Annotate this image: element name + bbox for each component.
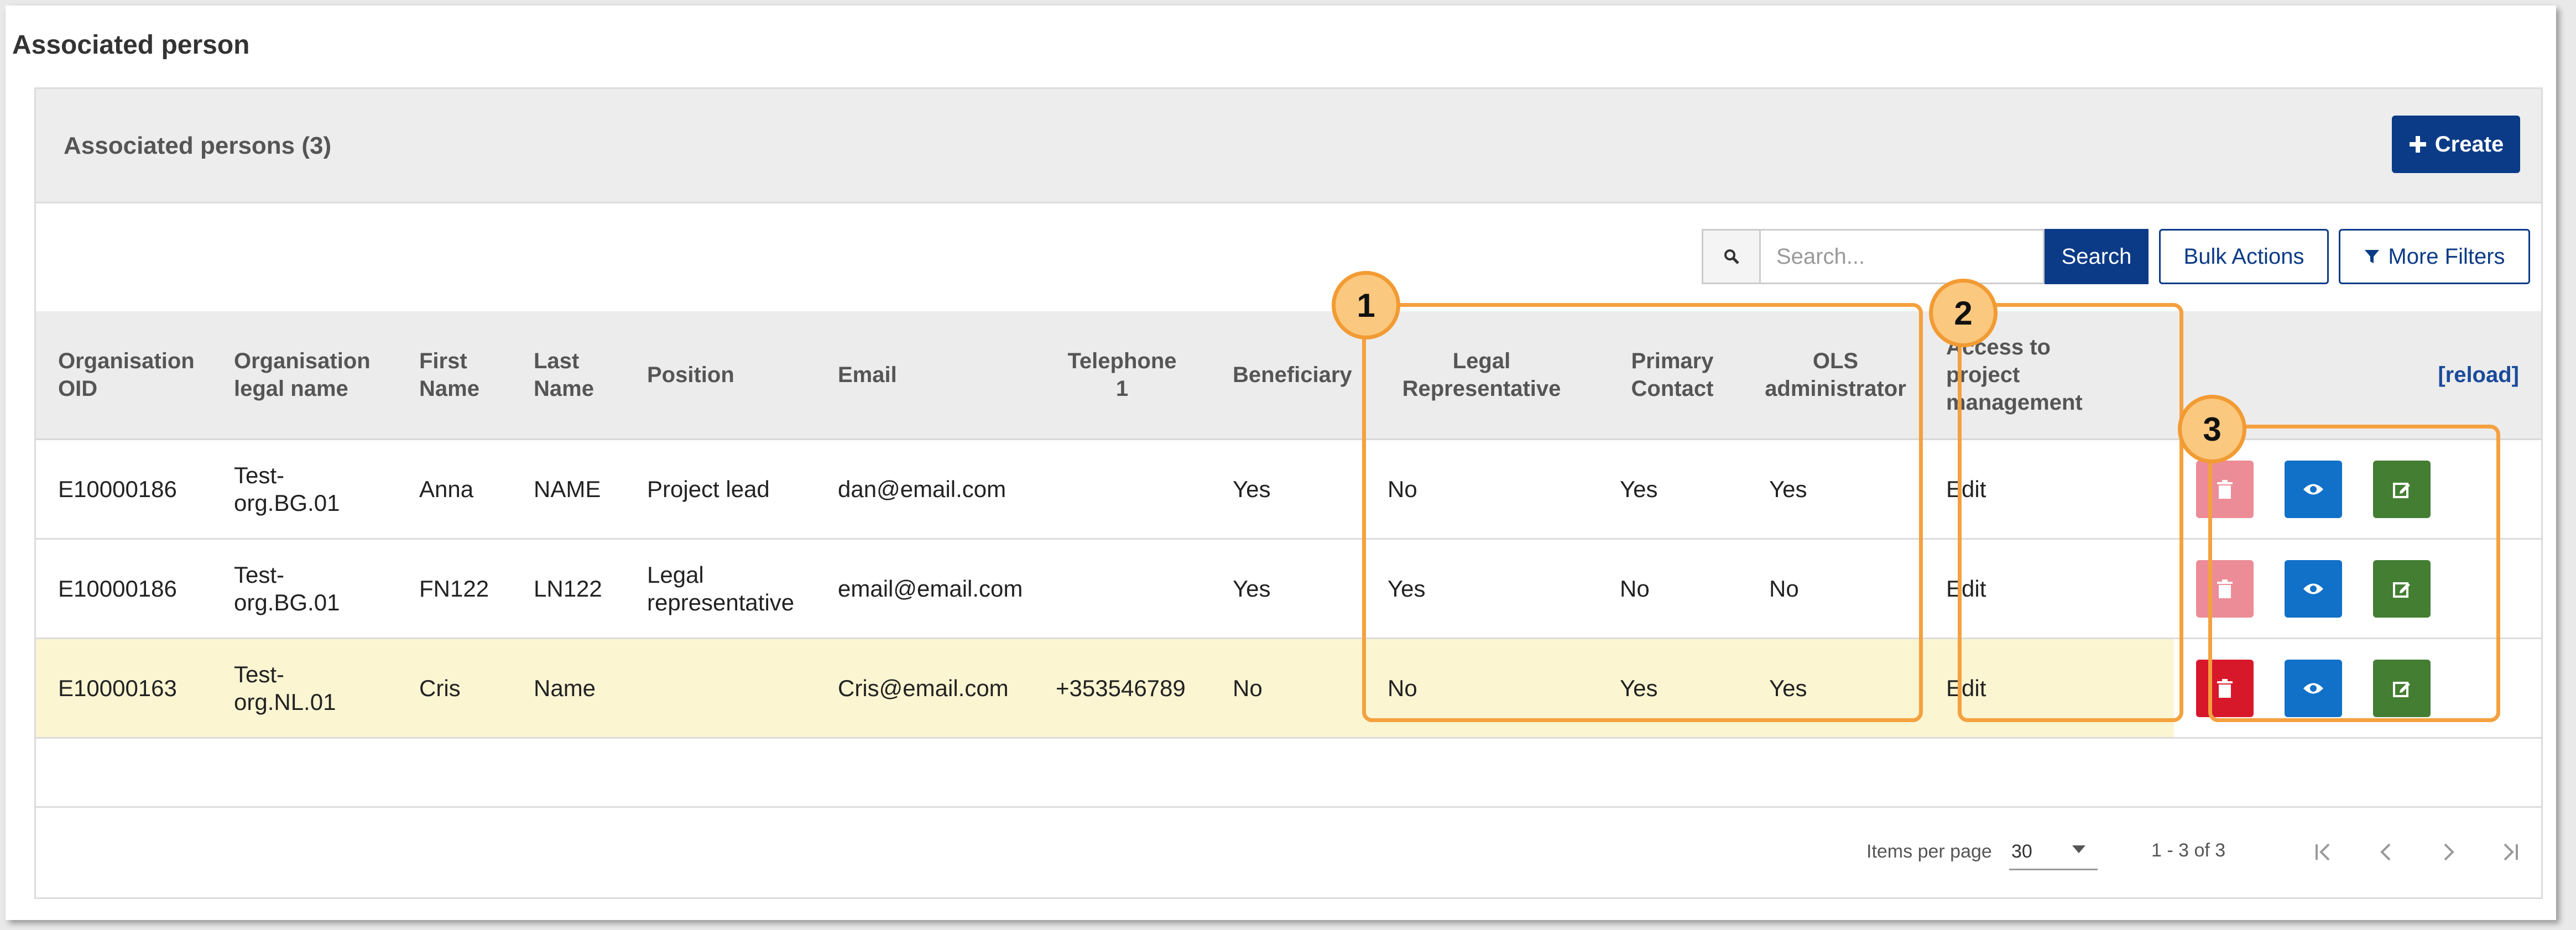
first-page-button[interactable] (2301, 830, 2345, 874)
cell-org-oid: E10000163 (36, 638, 212, 739)
card-title: Associated persons (3) (64, 132, 332, 159)
table-toolbar: Search Bulk Actions More Filters (36, 203, 2541, 311)
cell-org-oid: E10000186 (36, 539, 212, 639)
last-page-icon (2504, 843, 2518, 861)
callout-badge-2: 2 (1929, 279, 1998, 347)
cell-org-oid: E10000186 (36, 439, 212, 540)
cell-telephone (1034, 539, 1211, 639)
next-page-button[interactable] (2426, 830, 2470, 874)
pagination-bar: Items per page 30 1 - 3 of 3 (36, 806, 2541, 899)
column-header-position[interactable]: Position (625, 311, 816, 440)
search-group: Search (1702, 229, 2149, 284)
chevron-left-icon (2380, 843, 2391, 861)
cell-last-name: NAME (512, 439, 625, 540)
cell-email: email@email.com (816, 539, 1034, 639)
previous-page-button[interactable] (2364, 830, 2408, 874)
items-per-page-select[interactable]: 30 (2009, 835, 2098, 870)
cell-telephone (1034, 439, 1211, 540)
pagination-range: 1 - 3 of 3 (2151, 840, 2226, 861)
last-page-button[interactable] (2488, 830, 2532, 874)
cell-email: dan@email.com (816, 439, 1034, 540)
cell-org-name: Test-org.NL.01 (212, 638, 397, 739)
page: Associated person Associated persons (3)… (6, 6, 2556, 920)
items-per-page-label: Items per page (1866, 841, 1992, 862)
cell-position (625, 638, 816, 739)
callout-badge-1: 1 (1332, 271, 1400, 339)
create-button[interactable]: Create (2392, 116, 2520, 173)
cell-org-name: Test-org.BG.01 (212, 439, 397, 540)
page-title: Associated person (12, 30, 250, 60)
search-input[interactable] (1759, 229, 2045, 284)
search-button[interactable]: Search (2045, 229, 2149, 284)
cell-first-name: Cris (397, 638, 512, 739)
create-button-label: Create (2434, 132, 2504, 156)
search-addon (1702, 229, 1759, 284)
column-header-beneficiary[interactable]: Beneficiary (1211, 311, 1365, 440)
bulk-actions-button[interactable]: Bulk Actions (2159, 229, 2329, 284)
column-header-org-oid[interactable]: Organisation OID (36, 311, 212, 440)
bulk-actions-label: Bulk Actions (2183, 244, 2304, 269)
cell-beneficiary: Yes (1211, 539, 1365, 639)
items-per-page-value: 30 (2011, 841, 2032, 862)
cell-beneficiary: No (1211, 638, 1365, 739)
column-header-org-name[interactable]: Organisation legal name (212, 311, 397, 440)
callout-badge-3: 3 (2178, 395, 2246, 463)
cell-beneficiary: Yes (1211, 439, 1365, 540)
cell-position: Legal representative (625, 539, 816, 639)
cell-telephone: +353546789 (1034, 638, 1211, 739)
column-header-first-name[interactable]: First Name (397, 311, 512, 440)
filter-icon (2365, 250, 2380, 263)
column-header-email[interactable]: Email (816, 311, 1034, 440)
column-header-telephone[interactable]: Telephone 1 (1034, 311, 1211, 440)
cell-first-name: Anna (397, 439, 512, 540)
search-icon (1724, 249, 1739, 264)
card-header: Associated persons (3) Create (36, 89, 2541, 203)
chevron-down-icon (2072, 845, 2085, 853)
cell-email: Cris@email.com (816, 638, 1034, 739)
cell-last-name: LN122 (512, 539, 625, 639)
cell-org-name: Test-org.BG.01 (212, 539, 397, 639)
chevron-right-icon (2444, 843, 2454, 861)
cell-position: Project lead (625, 439, 816, 540)
first-page-icon (2316, 843, 2330, 861)
more-filters-label: More Filters (2388, 244, 2505, 269)
column-header-last-name[interactable]: Last Name (512, 311, 625, 440)
callout-box-2 (1958, 303, 2183, 722)
cell-last-name: Name (512, 638, 625, 739)
plus-icon (2409, 136, 2426, 153)
more-filters-button[interactable]: More Filters (2339, 229, 2530, 284)
cell-first-name: FN122 (397, 539, 512, 639)
callout-box-1 (1362, 303, 1923, 722)
callout-box-3 (2208, 425, 2500, 722)
